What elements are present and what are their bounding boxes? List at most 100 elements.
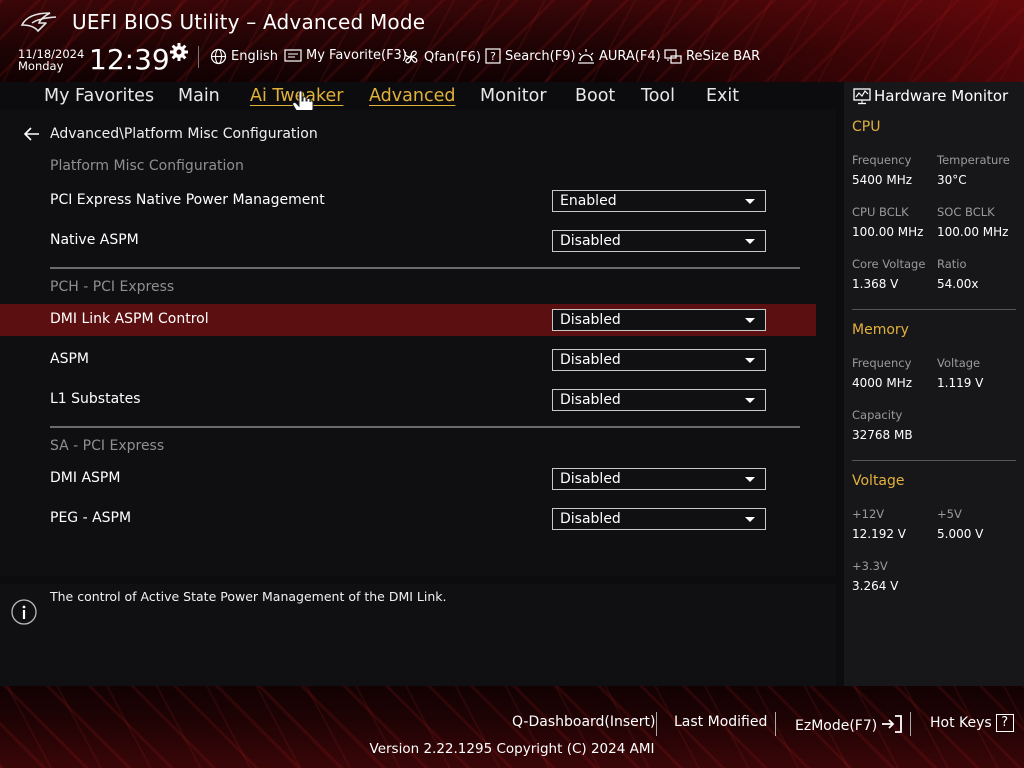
tab-boot[interactable]: Boot	[575, 86, 615, 106]
resize-bar-label: ReSize BAR	[686, 49, 761, 64]
search-help-icon: ?	[485, 48, 501, 64]
dropdown-value: Disabled	[560, 511, 621, 527]
hw-33v-value: 3.264 V	[852, 579, 899, 593]
hw-mem-voltage-label: Voltage	[937, 356, 981, 370]
clock-time[interactable]: 12:39	[89, 43, 170, 76]
hardware-monitor-panel: Hardware Monitor CPU Frequency Temperatu…	[844, 82, 1024, 686]
monitor-icon	[853, 88, 871, 109]
ezmode-button[interactable]: EzMode(F7)	[795, 714, 903, 738]
language-label: English	[231, 49, 278, 64]
svg-text:?: ?	[490, 50, 496, 63]
setting-label-dmi-link-aspm[interactable]: DMI Link ASPM Control	[50, 311, 209, 327]
caret-down-icon	[745, 199, 755, 204]
hot-keys-button[interactable]: Hot Keys ?	[930, 714, 1014, 732]
dropdown-peg-aspm[interactable]: Disabled	[552, 508, 766, 530]
hw-12v-label: +12V	[852, 507, 885, 521]
resize-bar-button[interactable]: ReSize BAR	[664, 48, 760, 65]
hw-5v-value: 5.000 V	[937, 527, 984, 541]
setting-label-pcie-native-pm[interactable]: PCI Express Native Power Management	[50, 192, 325, 208]
hw-cpu-frequency-label: Frequency	[852, 153, 912, 167]
main-nav: My Favorites Main Ai Tweaker Advanced Mo…	[0, 82, 836, 116]
hw-cpu-bclk: 100.00 MHz	[852, 225, 924, 239]
hw-ratio-label: Ratio	[937, 257, 967, 271]
qfan-button[interactable]: Qfan(F6)	[402, 48, 481, 66]
hw-memory-title: Memory	[852, 322, 909, 338]
tab-tool[interactable]: Tool	[641, 86, 675, 106]
search-button[interactable]: ? Search(F9)	[485, 48, 576, 64]
setting-label-l1-substates[interactable]: L1 Substates	[50, 391, 141, 407]
my-favorite-label: My Favorite(F3)	[306, 48, 407, 63]
setting-label-dmi-aspm[interactable]: DMI ASPM	[50, 470, 120, 486]
dropdown-dmi-link-aspm[interactable]: Disabled	[552, 309, 766, 331]
favorite-icon	[284, 48, 302, 63]
q-dashboard-button[interactable]: Q-Dashboard(Insert)	[512, 714, 656, 730]
caret-down-icon	[745, 398, 755, 403]
resize-bar-icon	[664, 48, 682, 65]
gear-icon[interactable]	[169, 42, 189, 66]
dropdown-l1-substates[interactable]: Disabled	[552, 389, 766, 411]
ezmode-label: EzMode(F7)	[795, 718, 878, 734]
dropdown-native-aspm[interactable]: Disabled	[552, 230, 766, 252]
header-separator	[198, 46, 199, 68]
aura-button[interactable]: AURA(F4)	[577, 48, 661, 65]
last-modified-button[interactable]: Last Modified	[674, 714, 767, 730]
back-arrow-icon[interactable]	[23, 126, 40, 145]
hw-core-voltage: 1.368 V	[852, 277, 899, 291]
setting-label-native-aspm[interactable]: Native ASPM	[50, 232, 139, 248]
hw-mem-voltage: 1.119 V	[937, 376, 984, 390]
aura-label: AURA(F4)	[599, 49, 661, 64]
hw-5v-label: +5V	[937, 507, 962, 521]
hw-mem-capacity-label: Capacity	[852, 408, 903, 422]
hw-cpu-frequency: 5400 MHz	[852, 173, 913, 187]
hw-mem-frequency: 4000 MHz	[852, 376, 913, 390]
caret-down-icon	[745, 239, 755, 244]
dropdown-value: Disabled	[560, 312, 621, 328]
info-icon	[11, 599, 37, 629]
hw-soc-bclk: 100.00 MHz	[937, 225, 1009, 239]
dropdown-pcie-native-pm[interactable]: Enabled	[552, 190, 766, 212]
section-title-pch-pcie: PCH - PCI Express	[50, 279, 175, 295]
dropdown-value: Enabled	[560, 193, 617, 209]
section-title-platform-misc: Platform Misc Configuration	[50, 158, 244, 174]
help-text: The control of Active State Power Manage…	[50, 589, 447, 604]
tab-monitor[interactable]: Monitor	[480, 86, 547, 106]
hw-cpu-temperature-label: Temperature	[937, 153, 1010, 167]
hw-core-voltage-label: Core Voltage	[852, 257, 926, 271]
hw-divider	[852, 460, 1016, 461]
caret-down-icon	[745, 517, 755, 522]
dropdown-value: Disabled	[560, 471, 621, 487]
hw-cpu-temperature: 30°C	[937, 173, 967, 187]
caret-down-icon	[745, 477, 755, 482]
setting-label-aspm[interactable]: ASPM	[50, 351, 89, 367]
tab-advanced[interactable]: Advanced	[369, 86, 455, 106]
exit-arrow-icon	[881, 714, 903, 738]
footer-separator	[656, 712, 657, 736]
section-title-sa-pcie: SA - PCI Express	[50, 438, 165, 454]
version-text: Version 2.22.1295 Copyright (C) 2024 AMI	[369, 741, 655, 757]
tab-my-favorites[interactable]: My Favorites	[44, 86, 154, 106]
hw-mem-frequency-label: Frequency	[852, 356, 912, 370]
help-panel: The control of Active State Power Manage…	[0, 584, 836, 686]
breadcrumb: Advanced\Platform Misc Configuration	[50, 126, 318, 142]
section-divider	[50, 267, 800, 269]
dropdown-dmi-aspm[interactable]: Disabled	[552, 468, 766, 490]
footer-bar: Q-Dashboard(Insert) Last Modified EzMode…	[0, 686, 1024, 768]
app-title: UEFI BIOS Utility – Advanced Mode	[72, 10, 426, 34]
section-divider	[50, 426, 800, 428]
hw-12v-value: 12.192 V	[852, 527, 907, 541]
tab-exit[interactable]: Exit	[706, 86, 739, 106]
tab-main[interactable]: Main	[178, 86, 220, 106]
hw-33v-label: +3.3V	[852, 559, 888, 573]
hardware-monitor-title: Hardware Monitor	[874, 87, 1009, 105]
hw-cpu-title: CPU	[852, 119, 881, 135]
setting-label-peg-aspm[interactable]: PEG - ASPM	[50, 510, 131, 526]
dropdown-aspm[interactable]: Disabled	[552, 349, 766, 371]
header-bar: UEFI BIOS Utility – Advanced Mode 11/18/…	[0, 0, 1024, 82]
dropdown-value: Disabled	[560, 392, 621, 408]
globe-icon	[210, 48, 227, 65]
search-label: Search(F9)	[505, 48, 576, 64]
my-favorite-button[interactable]: My Favorite(F3)	[284, 48, 407, 63]
hw-divider	[852, 309, 1016, 310]
qfan-label: Qfan(F6)	[424, 49, 481, 65]
language-button[interactable]: English	[210, 48, 278, 65]
